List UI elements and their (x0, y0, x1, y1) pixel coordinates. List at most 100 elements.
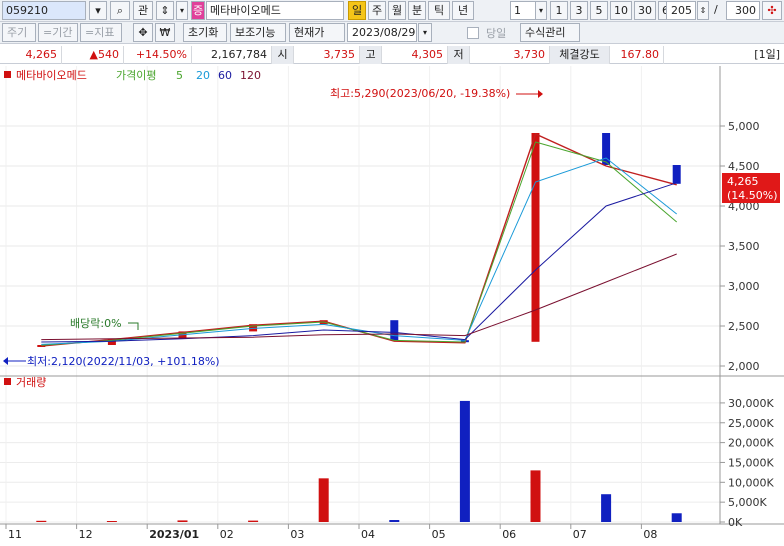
volume-bar (177, 520, 188, 522)
interval-3-button[interactable]: 3 (570, 1, 588, 20)
legend-ma-label: 가격이평 (116, 69, 156, 82)
interval-5-button[interactable]: 5 (590, 1, 608, 20)
crosshair-icon[interactable]: ✣ (762, 1, 782, 20)
period-day-button[interactable]: 일 (348, 1, 366, 20)
volume-bar (530, 470, 541, 522)
x-tick-label: 04 (361, 528, 375, 541)
cycle-button[interactable]: 주기 (2, 23, 36, 42)
price-candle (390, 320, 399, 341)
low-annotation: 최저:2,120(2022/11/03, +101.18%) (27, 355, 220, 368)
price-tick-label: 2,000 (728, 360, 760, 373)
formula-manage-button[interactable]: 수식관리 (520, 23, 580, 42)
legend-ma20: 20 (196, 69, 210, 82)
volume-title: 거래량 (16, 376, 46, 389)
count-stepper-icon[interactable]: ⇕ (697, 1, 709, 20)
volume-tick-label: 0K (728, 516, 743, 529)
x-tick-label: 07 (573, 528, 587, 541)
period-year-button[interactable]: 년 (452, 1, 474, 20)
search-icon[interactable]: ⌕ (110, 1, 130, 20)
high-annotation: 최고:5,290(2023/06/20, -19.38%) (330, 87, 510, 100)
interval-30-button[interactable]: 30 (634, 1, 656, 20)
chevron-down-icon[interactable]: ▾ (535, 1, 547, 20)
legend-ma120: 120 (240, 69, 261, 82)
x-tick-label: 11 (8, 528, 22, 541)
high-label: 고 (360, 46, 382, 64)
reset-button[interactable]: 초기화 (183, 23, 227, 42)
volume-bar (36, 520, 47, 522)
volume-bar (389, 520, 400, 522)
price-chart-area[interactable]: 5,000 4,500 4,000 3,500 3,000 2,500 2,000 30,00… (0, 66, 784, 543)
volume-tick-label: 10,000K (728, 476, 774, 489)
x-tick-label: 03 (290, 528, 304, 541)
change-percent: +14.50% (124, 46, 192, 64)
x-tick-label: 06 (502, 528, 516, 541)
code-dropdown-button[interactable]: ▾ (89, 1, 107, 20)
volume-bar (671, 513, 682, 522)
period-tick-button[interactable]: 틱 (428, 1, 450, 20)
today-label: 당일 (486, 27, 507, 40)
volume-tick-label: 20,000K (728, 437, 774, 450)
count-separator: / (714, 3, 718, 16)
open-price: 3,735 (294, 46, 360, 64)
stock-code-input[interactable]: 059210 (2, 1, 86, 20)
volume-tick-label: 25,000K (728, 417, 774, 430)
margin-badge: 증 (191, 1, 205, 20)
period-month-button[interactable]: 월 (388, 1, 406, 20)
low-label: 저 (448, 46, 470, 64)
chart-toolbar-secondary: 주기 =기간 =지표 ✥ ₩ 초기화 보조기능 현재가 2023/08/29 ▾… (0, 22, 784, 44)
dividend-annotation: 배당락:0% (70, 317, 122, 330)
total-count-input[interactable]: 300 (726, 1, 760, 20)
x-tick-label: 12 (79, 528, 93, 541)
price-tick-label: 5,000 (728, 120, 760, 133)
legend-stock-name: 메타바이오메드 (16, 69, 87, 82)
price-tick-label: 3,500 (728, 240, 760, 253)
chart-toolbar: 059210 ▾ ⌕ 관 ⇕ ▾ 증 메타바이오메드 일 주 월 분 틱 년 1… (0, 0, 784, 22)
price-tick-label: 2,500 (728, 320, 760, 333)
period-tag: [1일] (754, 48, 780, 61)
interval-10-button[interactable]: 10 (610, 1, 632, 20)
x-tick-label: 2023/01 (149, 528, 199, 541)
current-price: 4,265 (0, 46, 62, 64)
tool-icon[interactable]: ₩ (155, 23, 175, 42)
strength-label: 체결강도 (550, 46, 610, 64)
date-field[interactable]: 2023/08/29 (347, 23, 417, 42)
candle-count-input[interactable]: 205 (666, 1, 696, 20)
indicator-button[interactable]: =지표 (80, 23, 122, 42)
volume-title-swatch (4, 378, 11, 385)
volume-bar (459, 400, 470, 522)
x-tick-label: 05 (432, 528, 446, 541)
period-minute-button[interactable]: 분 (408, 1, 426, 20)
volume-bar (106, 521, 117, 523)
stepper-icon[interactable]: ⇕ (156, 1, 174, 20)
open-label: 시 (272, 46, 294, 64)
prev-stock-icon[interactable]: ▾ (176, 1, 188, 20)
stock-name-field[interactable]: 메타바이오메드 (206, 1, 344, 20)
x-tick-label: 02 (220, 528, 234, 541)
last-pct-label: (14.50%) (727, 189, 778, 202)
current-price-button[interactable]: 현재가 (289, 23, 345, 42)
price-candle (672, 165, 681, 184)
watchlist-button[interactable]: 관 (133, 1, 153, 20)
volume-tick-label: 30,000K (728, 397, 774, 410)
legend-ma5: 5 (176, 69, 183, 82)
interval-1-button[interactable]: 1 (550, 1, 568, 20)
trade-volume: 2,167,784 (192, 46, 272, 64)
volume-bar (601, 494, 612, 522)
range-button[interactable]: =기간 (38, 23, 78, 42)
volume-bar (248, 520, 259, 522)
volume-bar (318, 478, 329, 522)
period-week-button[interactable]: 주 (368, 1, 386, 20)
today-checkbox[interactable] (467, 27, 479, 39)
aux-function-button[interactable]: 보조기능 (230, 23, 286, 42)
legend-ma60: 60 (218, 69, 232, 82)
move-icon[interactable]: ✥ (133, 23, 153, 42)
calendar-dropdown-icon[interactable]: ▾ (418, 23, 432, 42)
volume-tick-label: 5,000K (728, 496, 767, 509)
strength-value: 167.80 (610, 46, 664, 64)
price-tick-label: 4,500 (728, 160, 760, 173)
quote-bar: 4,265 ▲540 +14.50% 2,167,784 시 3,735 고 4… (0, 46, 784, 64)
legend-stock-swatch (4, 71, 11, 78)
high-price: 4,305 (382, 46, 448, 64)
x-tick-label: 08 (643, 528, 657, 541)
price-change: ▲540 (62, 46, 124, 64)
